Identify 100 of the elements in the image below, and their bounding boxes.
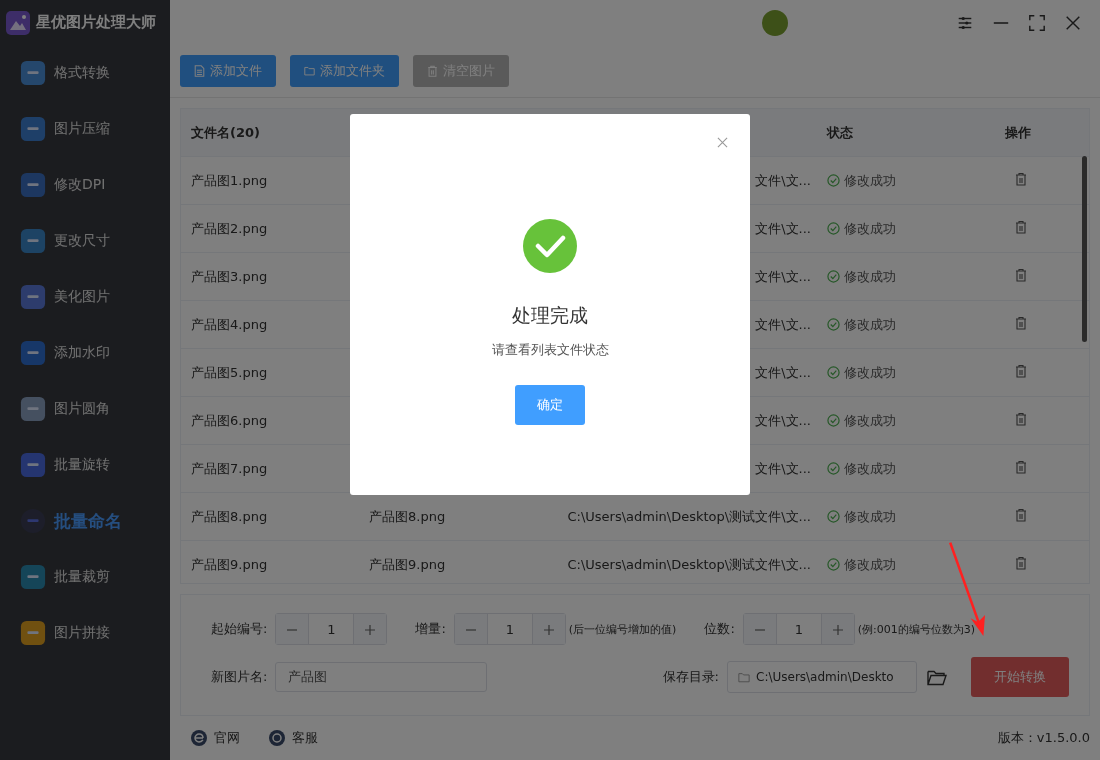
table-cell: 文件\文... <box>755 172 811 188</box>
sidebar-item[interactable]: 批量命名 <box>0 493 170 549</box>
status-text: 修改成功 <box>844 555 896 574</box>
avatar-icon[interactable] <box>762 9 788 36</box>
logo-icon <box>6 10 30 35</box>
confirm-button[interactable]: 确定 <box>515 385 585 425</box>
trash-icon[interactable] <box>1015 364 1027 378</box>
table-cell-text: 产品图8.png <box>369 507 447 526</box>
check-circle-icon <box>827 174 840 187</box>
plus-button[interactable] <box>821 614 854 644</box>
trash-icon[interactable] <box>1015 268 1027 282</box>
close-icon[interactable] <box>1064 13 1082 32</box>
plus-icon <box>832 624 843 635</box>
browser-icon[interactable] <box>190 729 208 747</box>
table-cell: 文件\文... <box>755 220 811 236</box>
field-label: 保存目录: <box>662 668 719 686</box>
table-cell-text: 产品图9.png <box>190 555 269 574</box>
status-text: 修改成功 <box>844 171 896 190</box>
trash-icon <box>427 65 438 77</box>
feature-icon <box>20 396 46 422</box>
sidebar-item[interactable]: 添加水印 <box>0 325 170 381</box>
table-cell: 文件\文... <box>755 364 811 380</box>
app-title: 星优图片处理大师 <box>36 13 156 32</box>
sidebar-item[interactable]: 更改尺寸 <box>0 213 170 269</box>
footer-link[interactable]: 官网 <box>214 729 240 747</box>
feature-icon <box>20 340 46 366</box>
trash-icon[interactable] <box>1015 316 1027 330</box>
footer-link[interactable]: 客服 <box>292 729 318 747</box>
feature-icon <box>20 620 46 646</box>
trash-icon[interactable] <box>1015 508 1027 522</box>
field-label: 起始编号: <box>211 620 268 638</box>
feature-icon <box>20 172 46 198</box>
check-circle-icon <box>827 222 840 235</box>
field-label: 增量: <box>415 620 446 638</box>
table-cell: 文件\文... <box>755 268 811 284</box>
check-circle-icon <box>827 318 840 331</box>
trash-icon[interactable] <box>1015 220 1027 234</box>
table-cell-text: 产品图8.png <box>190 507 269 526</box>
table-cell: C:\Users\admin\Desktop\测试文件\文... <box>567 556 811 572</box>
feature-icon <box>20 284 46 310</box>
sidebar-item[interactable]: 格式转换 <box>0 45 170 101</box>
input-field[interactable]: C:\Users\admin\Deskto <box>727 661 917 693</box>
toolbar-button[interactable]: 添加文件夹 <box>290 55 399 87</box>
feature-icon <box>20 116 46 142</box>
sidebar-item[interactable]: 批量裁剪 <box>0 549 170 605</box>
input-field[interactable]: 产品图 <box>275 662 488 692</box>
folder-icon <box>738 671 750 683</box>
check-circle-icon <box>827 462 840 475</box>
status-text: 修改成功 <box>844 507 896 526</box>
sidebar-item[interactable]: 图片圆角 <box>0 381 170 437</box>
success-icon <box>523 219 577 273</box>
status-text: 修改成功 <box>844 219 896 238</box>
maximize-icon[interactable] <box>1028 13 1046 32</box>
status-text: 修改成功 <box>844 459 896 478</box>
plus-button[interactable] <box>532 614 565 644</box>
table-cell-text: 产品图4.png <box>190 315 269 334</box>
field-label: 位数: <box>704 620 735 638</box>
table-cell-text: 产品图9.png <box>369 555 447 574</box>
sidebar-item[interactable]: 图片压缩 <box>0 101 170 157</box>
plus-button[interactable] <box>354 614 387 644</box>
check-circle-icon <box>827 558 840 571</box>
chat-icon[interactable] <box>268 729 286 747</box>
trash-icon[interactable] <box>1015 460 1027 474</box>
start-button[interactable]: 开始转换 <box>971 657 1069 697</box>
table-cell: 文件\文... <box>755 316 811 332</box>
folder-icon <box>304 65 315 77</box>
table-cell: 文件\文... <box>755 412 811 428</box>
field-label: 新图片名: <box>211 668 268 686</box>
plus-icon <box>543 624 554 635</box>
status-text: 修改成功 <box>844 267 896 286</box>
sidebar-item[interactable]: 批量旋转 <box>0 437 170 493</box>
column-header: 状态 <box>827 123 854 142</box>
feature-icon <box>20 228 46 254</box>
status-text: 修改成功 <box>844 315 896 334</box>
feature-icon <box>20 508 46 534</box>
sidebar-item[interactable]: 美化图片 <box>0 269 170 325</box>
check-circle-icon <box>827 414 840 427</box>
scrollbar-thumb[interactable] <box>1082 156 1087 342</box>
column-header: 操作 <box>1005 123 1032 142</box>
check-circle-icon <box>827 366 840 379</box>
trash-icon[interactable] <box>1015 412 1027 426</box>
close-icon[interactable] <box>717 137 728 148</box>
feature-icon <box>20 452 46 478</box>
table-cell-text: 产品图3.png <box>190 267 269 286</box>
folder-icon[interactable] <box>927 668 947 686</box>
sidebar-item[interactable]: 修改DPI <box>0 157 170 213</box>
feature-icon <box>20 564 46 590</box>
dialog-message: 请查看列表文件状态 <box>491 341 609 359</box>
status-text: 修改成功 <box>844 411 896 430</box>
trash-icon[interactable] <box>1015 556 1027 570</box>
toolbar-button[interactable]: 添加文件 <box>180 55 276 87</box>
version-text: 版本：v1.5.0.0 <box>997 729 1090 747</box>
check-circle-icon <box>827 270 840 283</box>
check-circle-icon <box>827 510 840 523</box>
sidebar-item[interactable]: 图片拼接 <box>0 605 170 661</box>
table-cell-text: 产品图1.png <box>190 171 269 190</box>
trash-icon[interactable] <box>1015 172 1027 186</box>
hint-text: (例:001的编号位数为3) <box>857 621 976 637</box>
hint-text: (后一位编号增加的值) <box>568 621 677 637</box>
table-cell: C:\Users\admin\Desktop\测试文件\文... <box>567 508 811 524</box>
